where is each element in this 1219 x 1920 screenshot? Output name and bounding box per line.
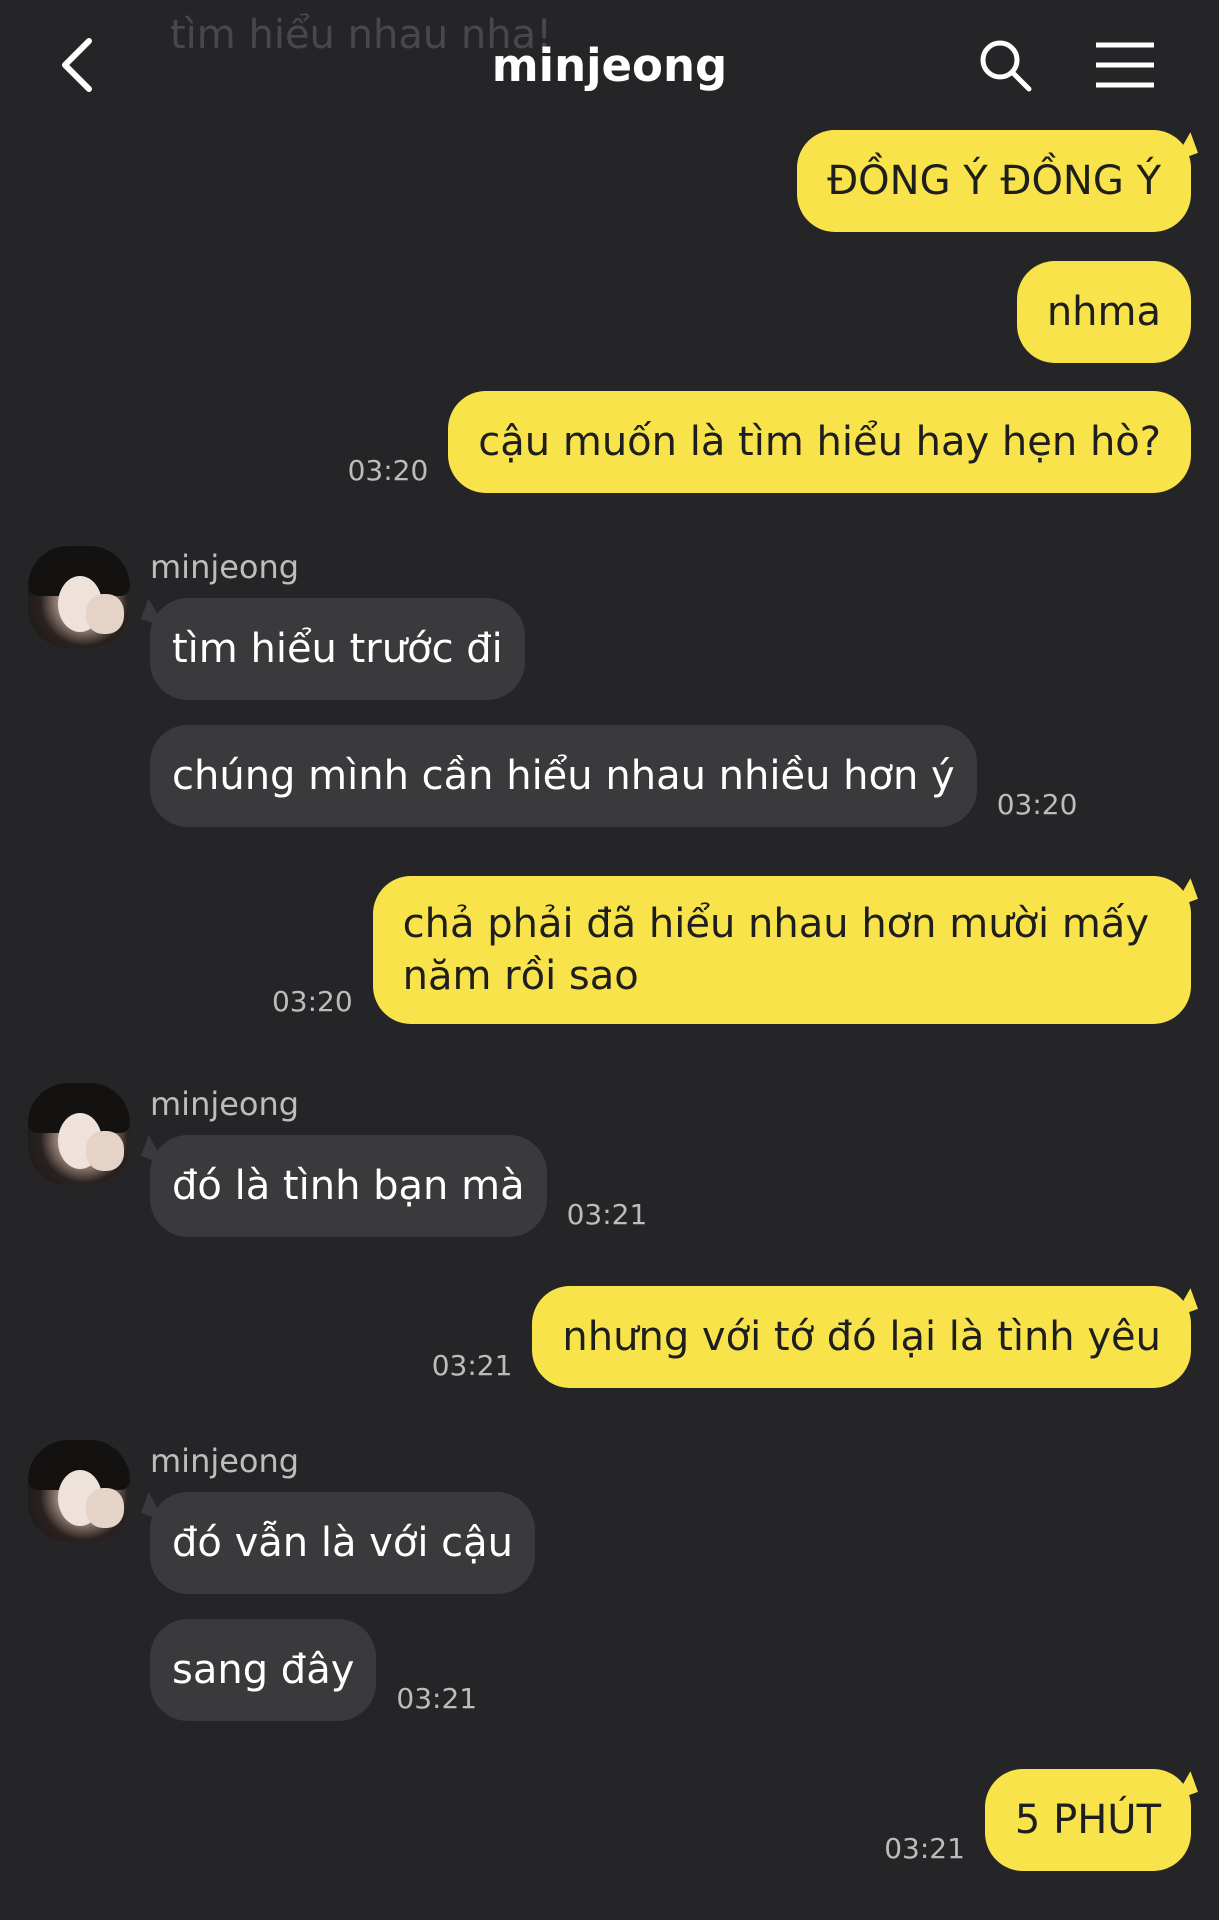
avatar[interactable] [28, 546, 130, 648]
outgoing-message-bubble[interactable]: cậu muốn là tìm hiểu hay hẹn hò? [448, 391, 1191, 493]
back-button[interactable] [42, 30, 112, 100]
message-timestamp: 03:21 [884, 1832, 965, 1865]
message-timestamp: 03:20 [347, 454, 429, 487]
outgoing-message-row: 03:21 5 PHÚT [864, 1769, 1191, 1871]
chat-title: minjeong [491, 38, 728, 92]
message-timestamp: 03:21 [431, 1349, 513, 1382]
menu-button[interactable] [1090, 30, 1160, 100]
message-timestamp: 03:21 [566, 1198, 648, 1231]
outgoing-message-bubble[interactable]: nhưng với tớ đó lại là tình yêu [532, 1286, 1191, 1388]
sender-name: minjeong [150, 1442, 300, 1480]
avatar[interactable] [28, 1440, 130, 1542]
hamburger-menu-icon [1096, 42, 1154, 88]
incoming-message-bubble[interactable]: đó vẫn là với cậu [150, 1492, 535, 1594]
outgoing-message-row: ĐỒNG Ý ĐỒNG Ý [797, 130, 1191, 232]
incoming-message-row: đó vẫn là với cậu [150, 1492, 535, 1594]
incoming-message-bubble[interactable]: chúng mình cần hiểu nhau nhiều hơn ý [150, 725, 977, 827]
outgoing-message-bubble[interactable]: nhma [1016, 261, 1191, 363]
message-timestamp: 03:20 [996, 788, 1078, 821]
chevron-left-icon [62, 38, 92, 92]
incoming-message-row: đó là tình bạn mà 03:21 [150, 1135, 667, 1237]
avatar[interactable] [28, 1083, 130, 1185]
incoming-message-row: tìm hiểu trước đi [150, 598, 525, 700]
outgoing-message-bubble[interactable]: chả phải đã hiểu nhau hơn mười mấy năm r… [372, 876, 1191, 1024]
message-line: năm rồi sao [402, 953, 639, 999]
outgoing-message-row: 03:20 chả phải đã hiểu nhau hơn mười mấy… [252, 876, 1191, 1024]
outgoing-message-row: 03:21 nhưng với tớ đó lại là tình yêu [412, 1286, 1191, 1388]
search-icon [980, 40, 1032, 92]
incoming-message-row: sang đây 03:21 [150, 1619, 497, 1721]
message-timestamp: 03:20 [271, 985, 353, 1018]
outgoing-message-row: 03:20 cậu muốn là tìm hiểu hay hẹn hò? [328, 391, 1191, 493]
message-line: chả phải đã hiểu nhau hơn mười mấy [402, 901, 1149, 947]
outgoing-message-bubble[interactable]: 5 PHÚT [984, 1769, 1191, 1871]
incoming-message-bubble[interactable]: sang đây [150, 1619, 377, 1721]
message-timestamp: 03:21 [396, 1682, 478, 1715]
search-button[interactable] [970, 30, 1040, 100]
sender-name: minjeong [150, 548, 300, 586]
incoming-message-row: chúng mình cần hiểu nhau nhiều hơn ý 03:… [150, 725, 1097, 827]
outgoing-message-bubble[interactable]: ĐỒNG Ý ĐỒNG Ý [797, 130, 1191, 232]
sender-name: minjeong [150, 1085, 300, 1123]
incoming-message-bubble[interactable]: đó là tình bạn mà [150, 1135, 547, 1237]
outgoing-message-row: nhma [1016, 261, 1191, 363]
incoming-message-bubble[interactable]: tìm hiểu trước đi [150, 598, 525, 700]
